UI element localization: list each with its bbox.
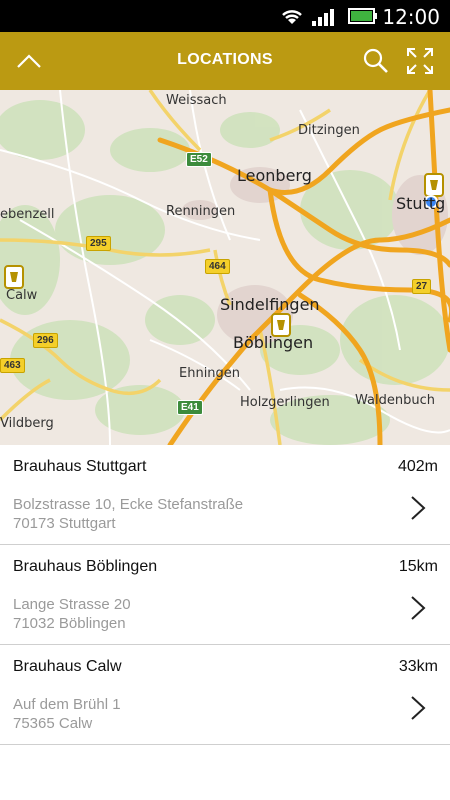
location-distance: 15km [398, 558, 438, 575]
map-label-ditzingen: Ditzingen [298, 123, 360, 138]
search-button[interactable] [360, 45, 392, 77]
road-shield-296: 296 [33, 333, 58, 348]
location-pin-stuttgart[interactable] [424, 173, 444, 197]
map-label-waldenbuch: Waldenbuch [355, 393, 435, 408]
location-item-boeblingen[interactable]: Brauhaus Böblingen 15km Lange Strasse 20… [0, 545, 450, 645]
search-icon [363, 48, 388, 73]
clock: 12:00 [382, 5, 440, 29]
map-label-sindelfingen: Sindelfingen [220, 295, 320, 314]
map-label-renningen: Renningen [166, 204, 236, 219]
location-pin-calw[interactable] [4, 265, 24, 289]
location-street: Auf dem Brühl 1 [13, 696, 121, 713]
map-view[interactable]: Weissach Ditzingen Leonberg Stuttg Renni… [0, 90, 450, 445]
road-shield-e41: E41 [177, 400, 203, 415]
location-city: 70173 Stuttgart [13, 515, 116, 532]
signal-icon [312, 9, 334, 26]
status-bar: 12:00 [0, 0, 450, 32]
road-shield-27: 27 [412, 279, 432, 294]
map-label-calw: Calw [6, 288, 38, 303]
map-label-ebenzell: ebenzell [0, 207, 55, 222]
location-item-calw[interactable]: Brauhaus Calw 33km Auf dem Brühl 1 75365… [0, 645, 450, 745]
location-distance: 402m [397, 458, 438, 475]
road-shield-e52: E52 [186, 152, 212, 167]
map-label-boeblingen: Böblingen [233, 333, 314, 352]
road-shield-463: 463 [0, 358, 25, 373]
location-item-stuttgart[interactable]: Brauhaus Stuttgart 402m Bolzstrasse 10, … [0, 445, 450, 545]
locations-list: Brauhaus Stuttgart 402m Bolzstrasse 10, … [0, 445, 450, 745]
location-name: Brauhaus Calw [13, 658, 122, 675]
map-label-leonberg: Leonberg [237, 166, 312, 185]
expand-map-button[interactable] [404, 45, 436, 77]
location-street: Lange Strasse 20 [13, 596, 131, 613]
map-label-stuttgart: Stuttg [396, 194, 446, 213]
location-name: Brauhaus Stuttgart [13, 458, 147, 475]
wifi-icon [282, 10, 302, 24]
location-city: 71032 Böblingen [13, 615, 126, 632]
location-street: Bolzstrasse 10, Ecke Stefanstraße [13, 496, 244, 513]
chevron-right-icon[interactable] [410, 595, 426, 621]
map-label-weissach: Weissach [166, 93, 227, 108]
map-label-wildberg: Vildberg [0, 416, 54, 431]
map-label-holzgerlingen: Holzgerlingen [240, 395, 330, 410]
location-name: Brauhaus Böblingen [13, 558, 158, 575]
battery-icon [348, 8, 377, 24]
location-distance: 33km [398, 658, 438, 675]
app-bar: LOCATIONS [0, 32, 450, 90]
road-shield-295: 295 [86, 236, 111, 251]
chevron-right-icon[interactable] [410, 495, 426, 521]
expand-icon [407, 48, 433, 74]
map-label-ehningen: Ehningen [179, 366, 241, 381]
location-city: 75365 Calw [13, 715, 93, 732]
road-shield-464: 464 [205, 259, 230, 274]
chevron-right-icon[interactable] [410, 695, 426, 721]
